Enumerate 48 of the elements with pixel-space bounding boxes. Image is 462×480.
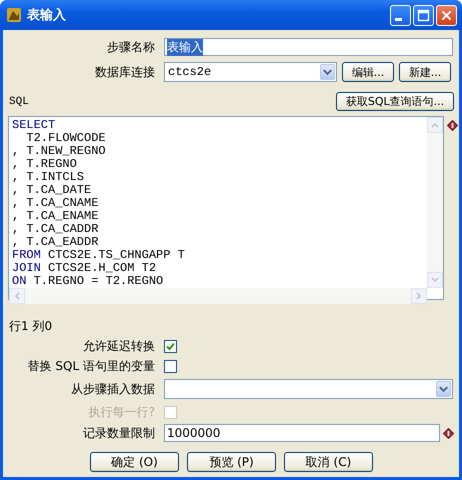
checkbox[interactable]	[164, 360, 177, 372]
code-line: T2.FLOWCODE	[25, 132, 107, 145]
variable-icon	[443, 428, 454, 438]
dialog-button[interactable]: 预览 (P)	[187, 452, 276, 472]
cursor-position: 行1 列0	[9, 318, 52, 334]
limit-field[interactable]: 1000000	[164, 424, 440, 442]
vertical-scrollbar[interactable]	[427, 117, 443, 288]
field-label: 记录数量限制	[82, 424, 155, 442]
chevron-right-icon	[415, 291, 423, 301]
connection-button[interactable]: 新建...	[399, 62, 451, 82]
dialog-button[interactable]: 确定 (O)	[90, 452, 179, 472]
field-label: 数据库连接	[94, 64, 155, 80]
get-sql-button[interactable]: 获取SQL查询语句...	[336, 92, 454, 111]
chevron-left-icon	[13, 291, 21, 301]
option-label: 替换 SQL 语句里的变量	[26, 358, 155, 374]
code-line: , T.CA_CNAME	[12, 197, 100, 210]
sql-label: SQL	[9, 96, 29, 108]
code-line: JOIN CTCS2E.H_COM T2	[12, 262, 158, 275]
option-label: 允许延迟转换	[82, 338, 155, 354]
maximize-button[interactable]	[413, 4, 434, 26]
minimize-button[interactable]	[390, 4, 411, 26]
connection-dropdown[interactable]: ctcs2e	[164, 62, 337, 82]
window-title: 表输入	[27, 6, 67, 24]
step-name-field[interactable]: 表输入	[164, 38, 453, 56]
checkbox[interactable]	[164, 340, 177, 352]
step-dropdown[interactable]	[164, 379, 453, 399]
code-line: ON T.REGNO = T2.REGNO	[12, 275, 164, 288]
variable-icon	[447, 120, 458, 131]
code-line: , T.CA_CADDR	[12, 223, 100, 236]
close-button[interactable]	[436, 4, 457, 26]
code-line: , T.INTCLS	[12, 171, 86, 184]
chevron-down-icon	[430, 276, 440, 284]
field-label: 从步骤插入数据	[70, 380, 155, 398]
code-line: , T.CA_EADDR	[12, 236, 100, 249]
dialog-button[interactable]: 取消 (C)	[284, 452, 373, 472]
option-label: 执行每一行?	[88, 404, 155, 420]
code-line: FROM CTCS2E.TS_CHNGAPP T	[12, 249, 186, 262]
code-line: , T.NEW_REGNO	[12, 145, 107, 158]
field-label: 步骤名称	[106, 38, 155, 56]
code-line: , T.REGNO	[12, 158, 78, 171]
code-line: , T.CA_DATE	[12, 184, 92, 197]
code-line: SELECT	[12, 119, 56, 132]
app-icon	[6, 7, 22, 23]
horizontal-scrollbar[interactable]	[9, 288, 427, 304]
chevron-up-icon	[430, 121, 440, 129]
connection-button[interactable]: 编辑...	[342, 62, 394, 82]
code-line: , T.CA_ENAME	[12, 210, 100, 223]
minimize-icon	[395, 18, 402, 20]
